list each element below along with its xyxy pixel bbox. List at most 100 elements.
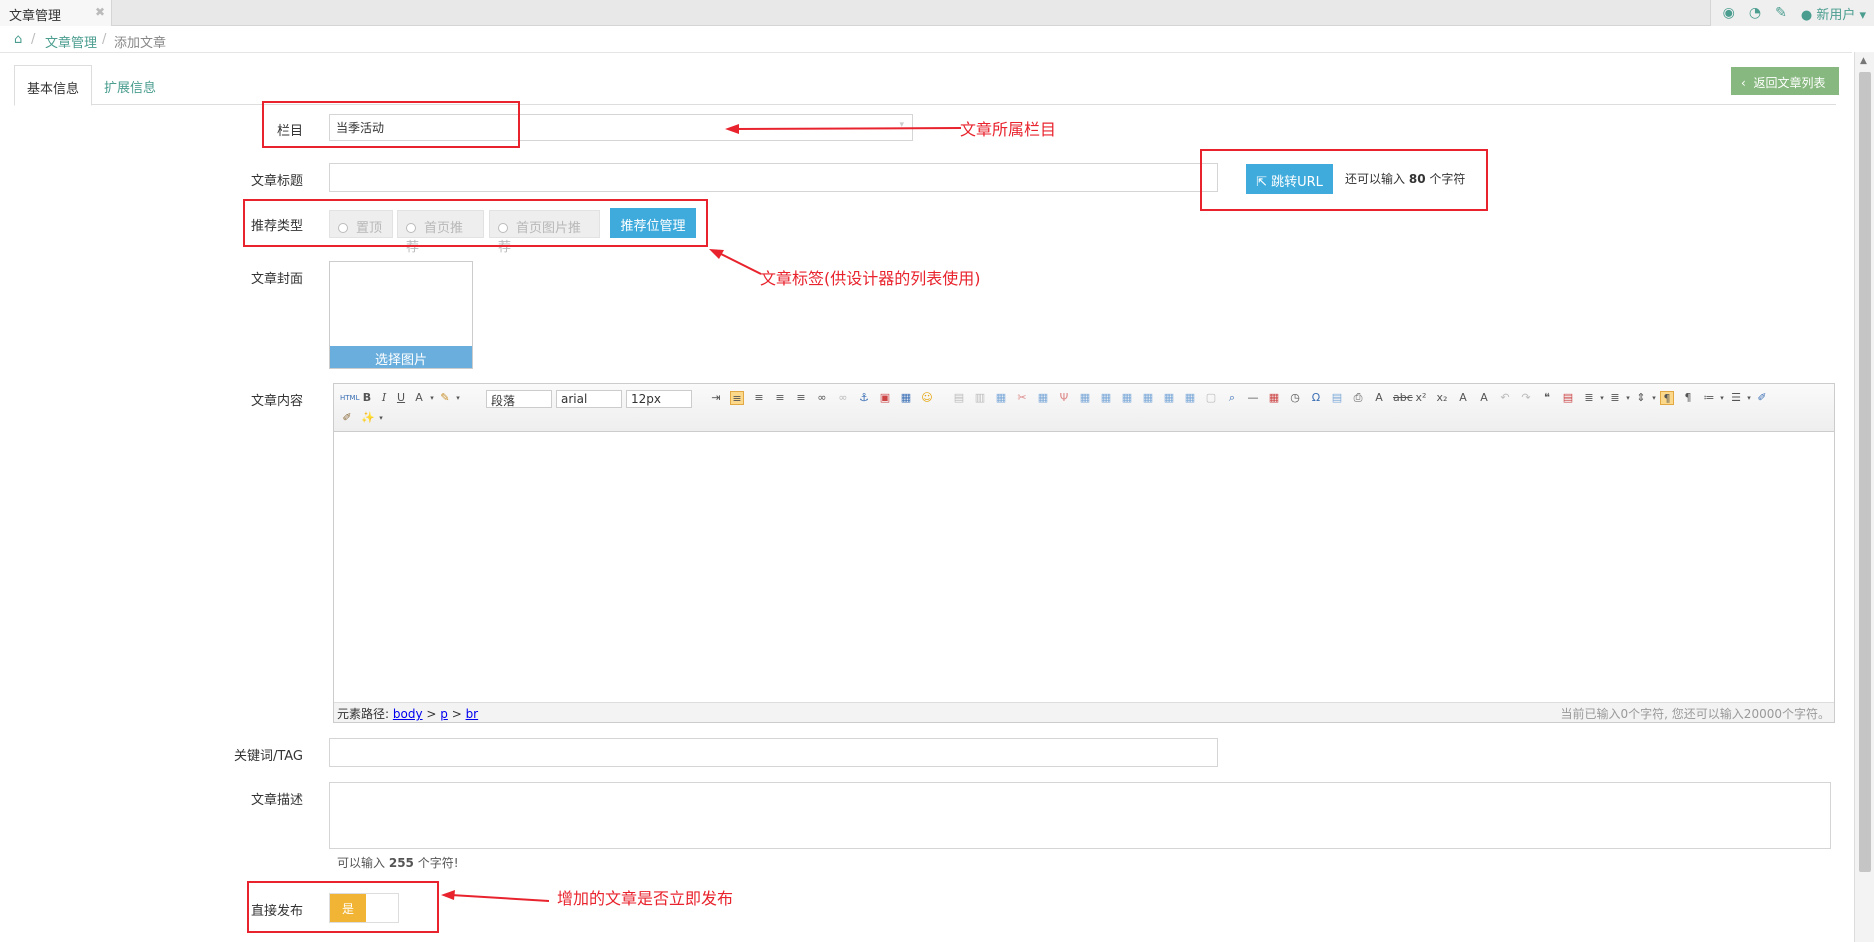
align-right-icon[interactable]: ≡: [773, 391, 787, 405]
table-cell-icon[interactable]: ▦: [1099, 391, 1113, 405]
editor-content-area[interactable]: [334, 432, 1834, 702]
format-icon[interactable]: A: [1456, 391, 1470, 405]
row-spacing-bottom-icon[interactable]: ≣: [1608, 391, 1622, 405]
close-icon[interactable]: ✖: [95, 5, 105, 19]
title-input[interactable]: [329, 163, 1218, 192]
superscript-icon[interactable]: x²: [1414, 391, 1428, 405]
top-bar: 文章管理 ✖ ◉ ◔ ✎ ● 新用户 ▾: [0, 0, 1874, 26]
unordered-list-icon[interactable]: ☰: [1729, 391, 1743, 405]
chevron-down-icon[interactable]: ▾: [1595, 391, 1609, 405]
table-delete-col-icon[interactable]: Ψ: [1057, 391, 1071, 405]
redo-icon[interactable]: ↷: [1519, 391, 1533, 405]
textbox-icon[interactable]: A: [1372, 391, 1386, 405]
table-merge-icon[interactable]: ▦: [994, 391, 1008, 405]
table-insert-col-icon[interactable]: ▥: [973, 391, 987, 405]
table-split-icon[interactable]: ✂: [1015, 391, 1029, 405]
highlight-icon[interactable]: ✎: [438, 391, 452, 405]
back-button-label: 返回文章列表: [1753, 76, 1826, 90]
magic-wand-icon[interactable]: ✎: [1775, 5, 1787, 21]
emoticon-icon[interactable]: ☺: [920, 391, 934, 405]
indent-icon[interactable]: ⇥: [709, 391, 723, 405]
align-center-icon[interactable]: ≡: [752, 391, 766, 405]
home-icon[interactable]: ⌂: [14, 32, 22, 47]
underline-icon[interactable]: U: [394, 391, 408, 405]
keyword-input[interactable]: [329, 738, 1218, 767]
bold-icon[interactable]: B: [360, 391, 374, 405]
path-br-link[interactable]: br: [466, 707, 479, 721]
table-icon[interactable]: ▦: [899, 391, 913, 405]
image-icon[interactable]: ▣: [878, 391, 892, 405]
path-body-link[interactable]: body: [393, 707, 423, 721]
chevron-down-icon[interactable]: ▾: [1647, 391, 1661, 405]
table-cell-icon[interactable]: ▦: [1141, 391, 1155, 405]
top-right-tools: ◉ ◔ ✎ ● 新用户 ▾: [1709, 0, 1874, 26]
back-to-list-button[interactable]: ‹ 返回文章列表: [1731, 67, 1839, 95]
anchor-icon[interactable]: ⚓: [857, 391, 871, 405]
user-menu[interactable]: ● 新用户 ▾: [1801, 4, 1866, 23]
chevron-down-icon[interactable]: ▾: [1742, 391, 1756, 405]
align-justify-icon[interactable]: ≡: [794, 391, 808, 405]
vertical-scrollbar[interactable]: ▲: [1854, 52, 1874, 942]
table-cell-icon[interactable]: ▦: [1183, 391, 1197, 405]
paragraph-format-select[interactable]: 段落: [486, 390, 552, 408]
search-replace-icon[interactable]: ⌕: [1225, 391, 1239, 405]
date-icon[interactable]: ▦: [1267, 391, 1281, 405]
tab-article-manage[interactable]: 文章管理 ✖: [0, 0, 112, 26]
link-icon[interactable]: ∞: [815, 391, 829, 405]
italic-icon[interactable]: I: [377, 391, 391, 405]
line-height-icon[interactable]: ⇕: [1634, 391, 1648, 405]
user-name: 新用户: [1816, 7, 1856, 23]
html-source-icon[interactable]: HTML: [340, 391, 359, 405]
scrollbar-thumb[interactable]: [1859, 72, 1871, 872]
description-textarea[interactable]: [329, 782, 1831, 849]
ltr-icon[interactable]: ¶: [1660, 391, 1674, 405]
table-insert-row-icon[interactable]: ▤: [952, 391, 966, 405]
align-left-icon[interactable]: ≡: [730, 391, 744, 405]
table-cell-icon[interactable]: ▦: [1078, 391, 1092, 405]
table-delete-icon[interactable]: ▦: [1036, 391, 1050, 405]
font-family-select[interactable]: arial: [556, 390, 622, 408]
dashboard-icon[interactable]: ◔: [1749, 5, 1761, 21]
special-char-icon[interactable]: Ω: [1309, 391, 1323, 405]
breadcrumb-article-manage[interactable]: 文章管理: [45, 32, 97, 51]
cover-image-picker[interactable]: 选择图片: [329, 261, 473, 369]
table-props-icon[interactable]: ▢: [1204, 391, 1218, 405]
blockquote-icon[interactable]: ❝: [1540, 391, 1554, 405]
paste-plain-icon[interactable]: ▤: [1561, 391, 1575, 405]
globe-icon[interactable]: ◉: [1723, 5, 1735, 21]
subscript-icon[interactable]: x₂: [1435, 391, 1449, 405]
ordered-list-icon[interactable]: ≔: [1702, 391, 1716, 405]
autotype-icon[interactable]: A: [1477, 391, 1491, 405]
word-count: 当前已输入0个字符, 您还可以输入20000个字符。: [1560, 707, 1830, 721]
keyword-label: 关键词/TAG: [233, 749, 303, 764]
print-icon[interactable]: ⎙: [1351, 391, 1365, 405]
table-cell-icon[interactable]: ▦: [1120, 391, 1134, 405]
font-size-select[interactable]: 12px: [626, 390, 692, 408]
unlink-icon[interactable]: ∞: [836, 391, 850, 405]
time-icon[interactable]: ◷: [1288, 391, 1302, 405]
table-cell-icon[interactable]: ▦: [1162, 391, 1176, 405]
path-p-link[interactable]: p: [440, 707, 448, 721]
chevron-down-icon[interactable]: ▾: [425, 391, 439, 405]
annotation-recommend: 文章标签(供设计器的列表使用): [760, 269, 981, 288]
chevron-down-icon[interactable]: ▾: [374, 411, 388, 425]
rtl-icon[interactable]: ¶: [1681, 391, 1695, 405]
undo-icon[interactable]: ↶: [1498, 391, 1512, 405]
horizontal-rule-icon[interactable]: —: [1246, 391, 1260, 405]
select-image-button[interactable]: 选择图片: [330, 346, 472, 368]
chevron-down-icon[interactable]: ▾: [451, 391, 465, 405]
annotation-box-recommend: [243, 199, 708, 247]
tab-basic-info[interactable]: 基本信息: [14, 65, 93, 106]
template-icon[interactable]: ▤: [1330, 391, 1344, 405]
row-spacing-icon[interactable]: ≣: [1582, 391, 1596, 405]
tab-extended-info[interactable]: 扩展信息: [92, 65, 168, 106]
format-painter-icon[interactable]: ✐: [340, 411, 354, 425]
scroll-up-icon[interactable]: ▲: [1860, 56, 1867, 66]
auto-layout-icon[interactable]: ✨: [361, 411, 375, 425]
chevron-down-icon[interactable]: ▾: [1715, 391, 1729, 405]
strikethrough-icon[interactable]: abc: [1393, 391, 1413, 405]
clear-format-icon[interactable]: ✐: [1755, 391, 1769, 405]
font-color-icon[interactable]: A: [412, 391, 426, 405]
chevron-down-icon[interactable]: ▾: [1621, 391, 1635, 405]
annotation-box-column: [262, 101, 520, 148]
